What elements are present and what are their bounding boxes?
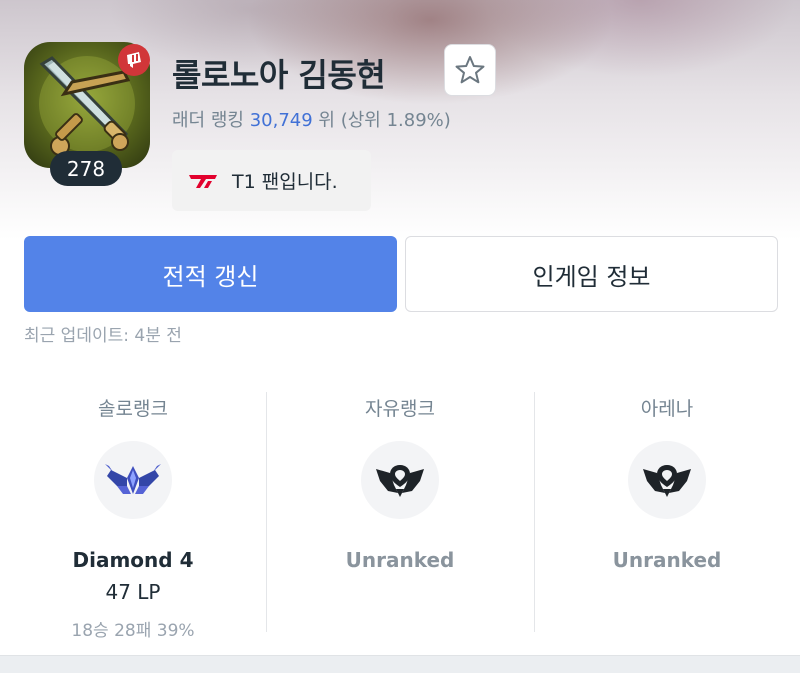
rank-tier: Unranked — [345, 548, 455, 572]
diamond-emblem-icon — [94, 441, 172, 519]
rank-queue-label: 자유랭크 — [365, 398, 435, 420]
rank-card-solo[interactable]: 솔로랭크 Diamond 4 47 LP 18승 28패 39% — [0, 392, 266, 641]
rank-tier: Diamond 4 — [72, 548, 194, 572]
ladder-suffix: 위 (상위 1.89%) — [318, 110, 451, 131]
rank-queue-label: 솔로랭크 — [98, 398, 168, 420]
unranked-emblem-icon — [361, 441, 439, 519]
t1-logo-icon — [189, 174, 217, 188]
unranked-emblem-icon — [628, 441, 706, 519]
rank-lp: 47 LP — [105, 580, 161, 604]
summoner-name: 롤로노아 김동현 — [172, 56, 386, 94]
ladder-ranking: 래더 랭킹 30,749 위 (상위 1.89%) — [172, 106, 451, 132]
summoner-level-badge: 278 — [50, 151, 122, 186]
team-fan-badge: T1 팬입니다. — [172, 150, 371, 211]
ingame-info-button[interactable]: 인게임 정보 — [405, 236, 778, 312]
last-update-text: 최근 업데이트: 4분 전 — [24, 326, 182, 346]
ladder-label: 래더 랭킹 — [172, 110, 244, 131]
star-icon — [455, 56, 485, 84]
rank-win-loss: 18승 28패 39% — [71, 621, 195, 641]
fan-badge-text: T1 팬입니다. — [232, 171, 338, 193]
ladder-rank-link[interactable]: 30,749 — [250, 110, 313, 131]
favorite-button[interactable] — [444, 44, 496, 96]
rank-card-flex[interactable]: 자유랭크 Unranked — [267, 392, 533, 632]
riot-client-badge-icon — [118, 44, 150, 76]
rank-card-arena[interactable]: 아레나 Unranked — [534, 392, 800, 632]
bottom-section-divider — [0, 655, 800, 673]
rank-queue-label: 아레나 — [640, 398, 694, 420]
rank-tier: Unranked — [612, 548, 722, 572]
refresh-stats-button[interactable]: 전적 갱신 — [24, 236, 397, 312]
